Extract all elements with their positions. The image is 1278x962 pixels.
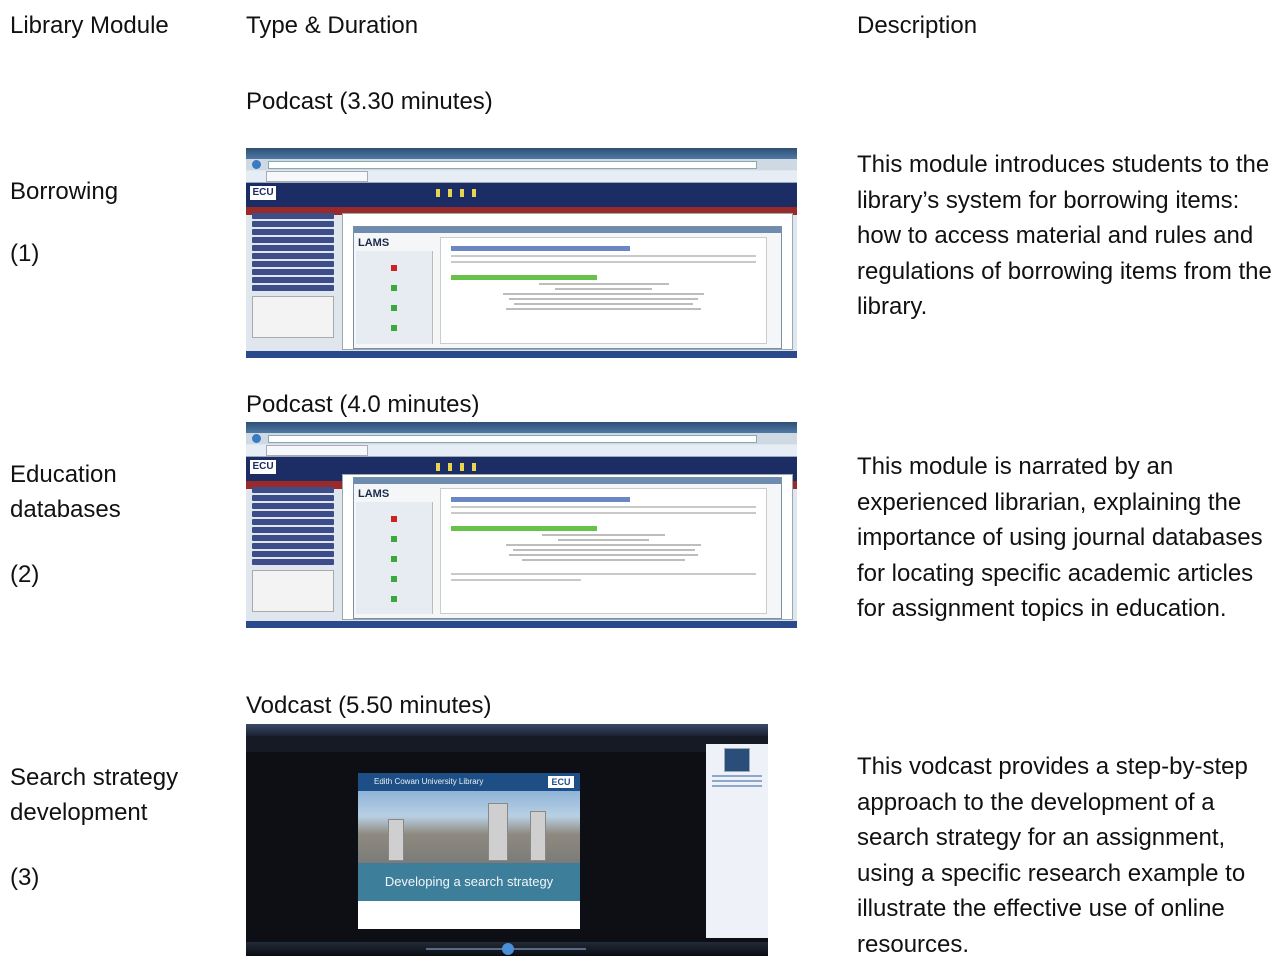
podcast-screenshot: ECU LAMS	[246, 422, 797, 628]
module-name: Search strategy	[10, 764, 179, 791]
player-controls[interactable]	[246, 942, 768, 956]
module-name-line2: databases	[10, 496, 121, 523]
video-frame: Edith Cowan University Library ECU Devel…	[358, 773, 580, 929]
module-description: This module is narrated by an experience…	[857, 453, 1263, 622]
module-number: (2)	[10, 561, 40, 588]
module-number: (1)	[10, 240, 40, 267]
module-name: Borrowing	[10, 178, 119, 205]
podcast-subheading-bar	[451, 275, 598, 280]
lams-logo: LAMS	[358, 237, 390, 249]
lams-logo: LAMS	[358, 488, 390, 500]
video-caption: Developing a search strategy	[358, 863, 580, 901]
module-type-duration: Podcast (3.30 minutes)	[246, 88, 493, 115]
podcast-screenshot: ECU LAMS	[246, 148, 797, 358]
podcast-subheading-bar	[451, 526, 598, 531]
module-type-duration: Podcast (4.0 minutes)	[246, 391, 480, 418]
playlist-panel	[706, 744, 768, 938]
video-title: Edith Cowan University Library	[374, 777, 484, 786]
play-icon[interactable]	[502, 943, 514, 955]
module-name: Education	[10, 461, 117, 488]
podcast-heading-bar	[451, 246, 630, 251]
podcast-heading-bar	[451, 497, 630, 502]
vodcast-screenshot: Edith Cowan University Library ECU Devel…	[246, 724, 768, 956]
module-number: (3)	[10, 864, 40, 891]
header-type-duration: Type & Duration	[246, 12, 419, 39]
module-description: This module introduces students to the l…	[857, 151, 1272, 320]
header-description: Description	[857, 12, 978, 39]
header-library-module: Library Module	[10, 12, 169, 39]
module-name-line2: development	[10, 799, 148, 826]
ecu-logo: ECU	[250, 460, 276, 474]
module-description: This vodcast provides a step-by-step app…	[857, 753, 1248, 958]
module-type-duration: Vodcast (5.50 minutes)	[246, 692, 492, 719]
ecu-logo: ECU	[548, 776, 574, 788]
ecu-logo: ECU	[250, 186, 276, 200]
